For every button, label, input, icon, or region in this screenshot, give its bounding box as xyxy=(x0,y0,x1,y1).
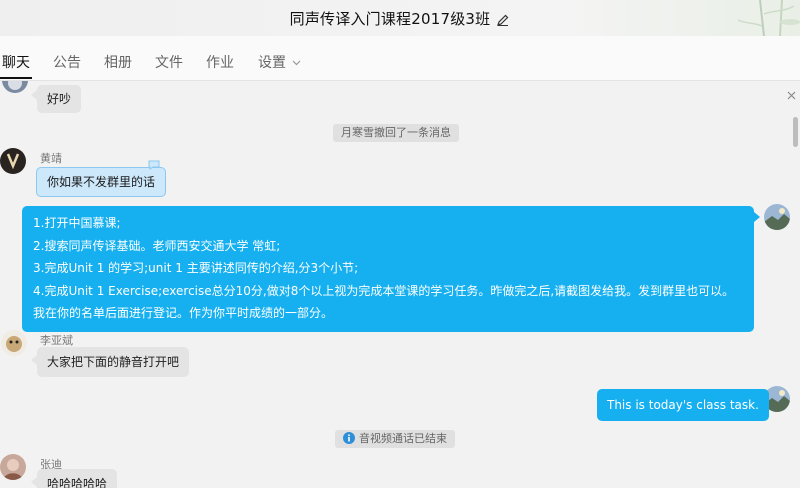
tab-files[interactable]: 文件 xyxy=(155,52,183,72)
chevron-down-icon xyxy=(292,54,301,70)
chat-area[interactable]: 好吵 月寒雪撤回了一条消息 黄靖 你如果不发群里的话 1.打开中国慕课; 2.搜… xyxy=(0,81,800,488)
task-line: 4.完成Unit 1 Exercise;exercise总分10分,做对8个以上… xyxy=(33,283,735,321)
scrollbar[interactable] xyxy=(790,81,800,488)
bamboo-decoration xyxy=(737,0,800,36)
tab-chat[interactable]: 聊天 xyxy=(2,52,30,72)
active-tab-indicator xyxy=(0,77,32,79)
title-bar: 同声传译入门课程2017级3班 xyxy=(0,0,800,36)
message-bubble[interactable]: This is today's class task. xyxy=(597,389,769,421)
task-line: 1.打开中国慕课; xyxy=(33,216,121,230)
sender-name: 黄靖 xyxy=(40,152,62,165)
avatar[interactable] xyxy=(1,330,27,356)
message-bubble-task[interactable]: 1.打开中国慕课; 2.搜索同声传译基础。老师西安交通大学 常虹; 3.完成Un… xyxy=(22,206,754,332)
sender-name: 李亚斌 xyxy=(40,334,73,347)
bubble-tail xyxy=(754,212,760,222)
tab-album[interactable]: 相册 xyxy=(104,52,132,72)
edit-icon[interactable] xyxy=(496,12,510,31)
bubble-badge-icon xyxy=(148,160,160,170)
self-avatar[interactable] xyxy=(764,204,790,230)
message-bubble[interactable]: 哈哈哈哈哈 xyxy=(37,469,118,488)
task-line: 2.搜索同声传译基础。老师西安交通大学 常虹; xyxy=(33,238,281,253)
scrollbar-thumb[interactable] xyxy=(793,117,798,147)
tab-settings[interactable]: 设置 xyxy=(258,52,301,72)
tab-homework[interactable]: 作业 xyxy=(206,52,234,72)
task-line: 3.完成Unit 1 的学习;unit 1 主要讲述同传的介绍,分3个小节; xyxy=(33,261,359,275)
tab-announcements[interactable]: 公告 xyxy=(53,52,81,72)
tab-settings-label: 设置 xyxy=(258,55,286,71)
message-bubble[interactable]: 大家把下面的静音打开吧 xyxy=(37,347,190,377)
avatar[interactable] xyxy=(0,148,26,174)
avatar[interactable] xyxy=(2,81,28,93)
avatar[interactable] xyxy=(0,454,26,480)
info-icon xyxy=(343,432,355,449)
message-bubble[interactable]: 好吵 xyxy=(37,85,82,113)
system-message: 月寒雪撤回了一条消息 xyxy=(333,124,459,142)
message-bubble[interactable]: 你如果不发群里的话 xyxy=(36,167,167,197)
tab-bar: 聊天 公告 相册 文件 作业 设置 xyxy=(0,36,800,81)
system-message: 音视频通话已结束 xyxy=(335,430,455,448)
group-title: 同声传译入门课程2017级3班 xyxy=(289,10,491,28)
system-message-text: 音视频通话已结束 xyxy=(359,432,447,445)
